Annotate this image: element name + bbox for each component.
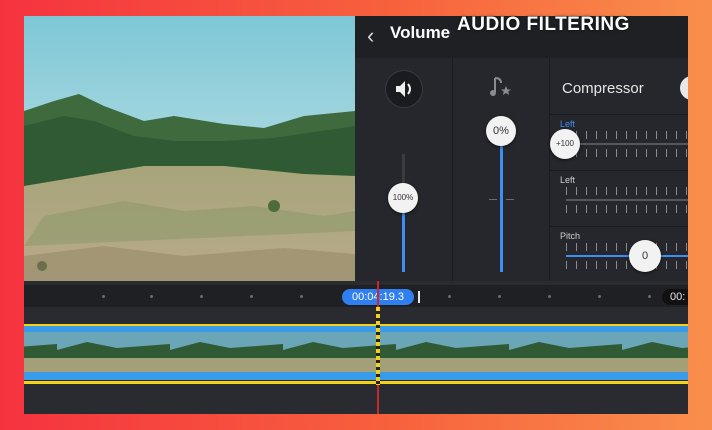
- ruler-dot: [102, 295, 105, 298]
- audio-line: [24, 381, 688, 384]
- effects-slider-knob[interactable]: 0%: [486, 116, 516, 146]
- ruler-dot: [250, 295, 253, 298]
- music-note-star-icon[interactable]: [486, 72, 516, 107]
- effects-column: 0%: [453, 58, 550, 281]
- pitch-value: 0: [641, 250, 649, 262]
- audio-panel: ‹ Volume 100% 0% Compressor Left +100 Le…: [355, 16, 688, 281]
- panel-title: Volume: [390, 23, 451, 42]
- row-1-knob-value: +100: [555, 139, 575, 148]
- ruler-dot: [448, 295, 451, 298]
- speaker-icon-button[interactable]: [385, 70, 423, 108]
- pitch-label: Pitch: [560, 231, 581, 241]
- clip-thumbnail: [622, 332, 688, 372]
- pitch-row: Pitch 0: [550, 226, 688, 282]
- clip-thumbnail: [170, 332, 284, 372]
- ruler-dot: [548, 295, 551, 298]
- row-1-ticks-top: [566, 131, 688, 139]
- volume-value: 100%: [392, 193, 414, 202]
- clip-thumbnail: [24, 332, 58, 372]
- clip-thumbnail: [509, 332, 623, 372]
- ruler-dot: [300, 295, 303, 298]
- volume-column: 100%: [355, 58, 453, 281]
- compressor-toggle[interactable]: [680, 76, 688, 100]
- ruler-dot: [648, 295, 651, 298]
- editor-frame: ‹ Volume 100% 0% Compressor Left +100 Le…: [24, 16, 688, 414]
- compressor-row-2: Left: [550, 170, 688, 227]
- clip-thumbnails: [24, 332, 688, 372]
- effects-value: 0%: [493, 125, 509, 137]
- effects-slider-fill: [500, 143, 503, 272]
- ruler-dot: [598, 295, 601, 298]
- landscape-image: [24, 16, 355, 281]
- row-2-ticks-top: [566, 187, 688, 195]
- clip-thumbnail: [57, 332, 171, 372]
- row-2-ticks-bottom: [566, 205, 688, 213]
- pitch-ticks-bottom: [566, 261, 688, 269]
- row-2-label: Left: [560, 175, 576, 185]
- row-1-knob[interactable]: +100: [550, 129, 580, 159]
- clip-thumbnail: [396, 332, 510, 372]
- ruler-dot: [200, 295, 203, 298]
- row-1-ticks-bottom: [566, 149, 688, 157]
- ruler-tick: [418, 291, 420, 303]
- row-2-slider[interactable]: [566, 199, 688, 201]
- pitch-ticks-top: [566, 243, 688, 251]
- compressor-column: Compressor Left +100 Left Pitch 0: [550, 58, 688, 281]
- pitch-slider[interactable]: [566, 255, 688, 257]
- video-clip-track[interactable]: [24, 324, 688, 380]
- compressor-label: Compressor: [562, 80, 644, 97]
- playhead-marker: [376, 307, 380, 385]
- audio-filtering-badge: AUDIO FILTERING: [457, 14, 630, 35]
- row-1-slider[interactable]: [566, 143, 688, 145]
- video-preview[interactable]: [24, 16, 355, 281]
- clip-top-border: [24, 324, 688, 326]
- pitch-knob[interactable]: 0: [629, 240, 661, 272]
- ruler-dot: [150, 295, 153, 298]
- compressor-row-1: Left +100: [550, 114, 688, 171]
- chevron-left-icon[interactable]: ‹: [367, 24, 374, 48]
- timeline[interactable]: 00:04:19.3 00:: [24, 281, 688, 414]
- ruler-dot: [498, 295, 501, 298]
- end-timecode: 00:: [662, 289, 688, 305]
- volume-slider-knob[interactable]: 100%: [388, 183, 418, 213]
- center-mark-left: [489, 199, 497, 200]
- speaker-icon: [396, 81, 411, 97]
- row-1-label: Left: [560, 119, 576, 129]
- center-mark-right: [506, 199, 514, 200]
